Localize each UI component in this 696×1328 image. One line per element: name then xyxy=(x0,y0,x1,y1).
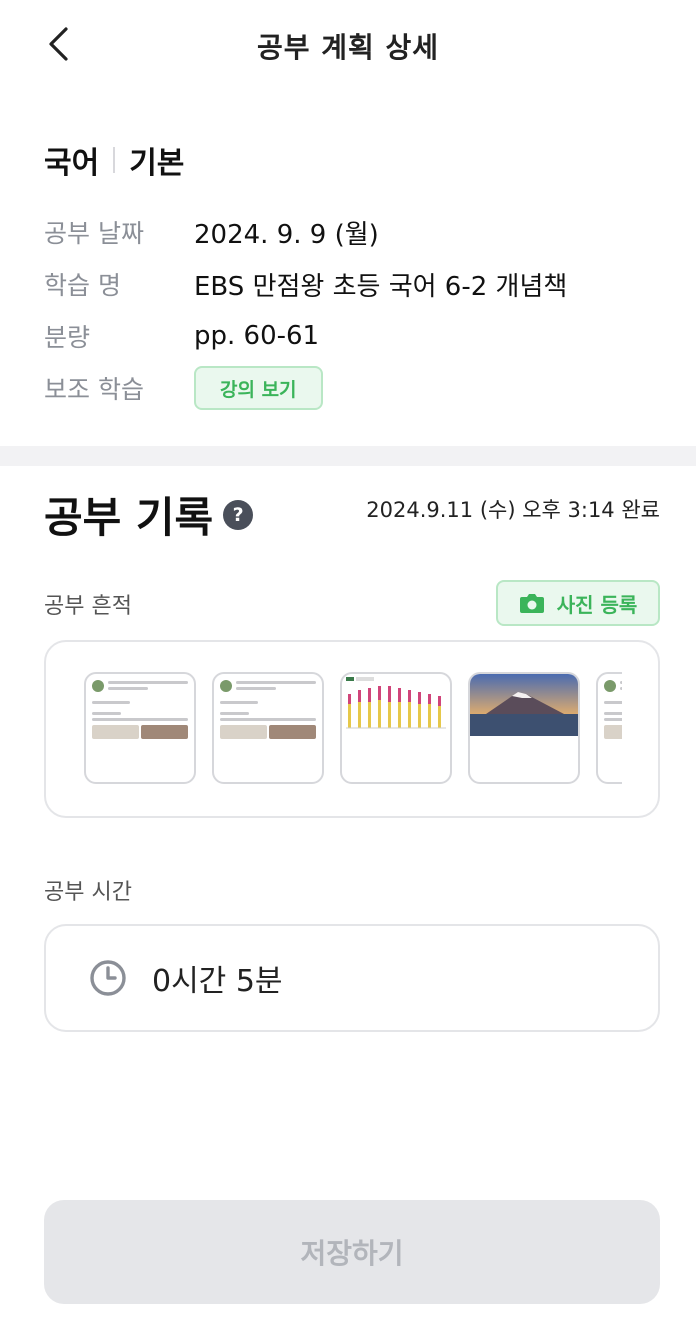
bar-chart-image xyxy=(346,677,446,729)
subject-divider xyxy=(113,147,116,173)
amount-label: 분량 xyxy=(44,323,91,352)
subject-level: 기본 xyxy=(129,146,185,181)
add-photo-button[interactable]: 사진 등록 xyxy=(496,580,660,626)
mountain-photo-image xyxy=(470,674,578,736)
thumbnail-chart[interactable] xyxy=(340,672,452,784)
record-title-text: 공부 기록 xyxy=(44,493,214,542)
study-time-label: 공부 시간 xyxy=(44,880,132,905)
photo-gallery xyxy=(44,640,660,818)
date-value: 2024. 9. 9 (월) xyxy=(194,219,379,250)
record-section-title: 공부 기록 ? xyxy=(44,484,254,545)
title-value: EBS 만점왕 초등 국어 6-2 개념책 xyxy=(194,271,568,302)
info-row-support: 보조 학습 강의 보기 xyxy=(44,362,664,414)
section-divider xyxy=(0,446,696,466)
header: 공부 계획 상세 xyxy=(0,0,696,92)
study-time-value: 0시간 5분 xyxy=(152,964,283,999)
add-photo-label: 사진 등록 xyxy=(556,592,638,617)
completion-timestamp: 2024.9.11 (수) 오후 3:14 완료 xyxy=(366,498,660,522)
thumbnail-post-2[interactable] xyxy=(212,672,324,784)
clock-icon xyxy=(90,960,126,996)
page-title: 공부 계획 상세 xyxy=(256,31,440,64)
post-screenshot-image xyxy=(214,674,322,743)
study-time-field[interactable]: 0시간 5분 xyxy=(44,924,660,1032)
info-row-date: 공부 날짜 2024. 9. 9 (월) xyxy=(44,206,664,258)
trace-label: 공부 흔적 xyxy=(44,594,132,619)
info-row-title: 학습 명 EBS 만점왕 초등 국어 6-2 개념책 xyxy=(44,258,664,310)
thumbnail-strip[interactable] xyxy=(84,672,622,788)
subject-row: 국어 기본 xyxy=(44,140,185,181)
amount-value: pp. 60-61 xyxy=(194,321,320,351)
save-button[interactable]: 저장하기 xyxy=(44,1200,660,1304)
support-label: 보조 학습 xyxy=(44,375,144,404)
post-screenshot-image xyxy=(86,674,194,743)
title-label: 학습 명 xyxy=(44,271,121,300)
thumbnail-post-3[interactable] xyxy=(596,672,622,784)
date-label: 공부 날짜 xyxy=(44,219,144,248)
post-screenshot-image xyxy=(598,674,622,743)
subject-name: 국어 xyxy=(44,146,100,181)
thumbnail-post-1[interactable] xyxy=(84,672,196,784)
camera-icon xyxy=(519,594,544,613)
help-icon[interactable]: ? xyxy=(223,499,254,530)
info-row-amount: 분량 pp. 60-61 xyxy=(44,310,664,362)
thumbnail-mountain-photo[interactable] xyxy=(468,672,580,784)
plan-info: 공부 날짜 2024. 9. 9 (월) 학습 명 EBS 만점왕 초등 국어 … xyxy=(44,206,664,414)
watch-lecture-button[interactable]: 강의 보기 xyxy=(194,366,323,410)
